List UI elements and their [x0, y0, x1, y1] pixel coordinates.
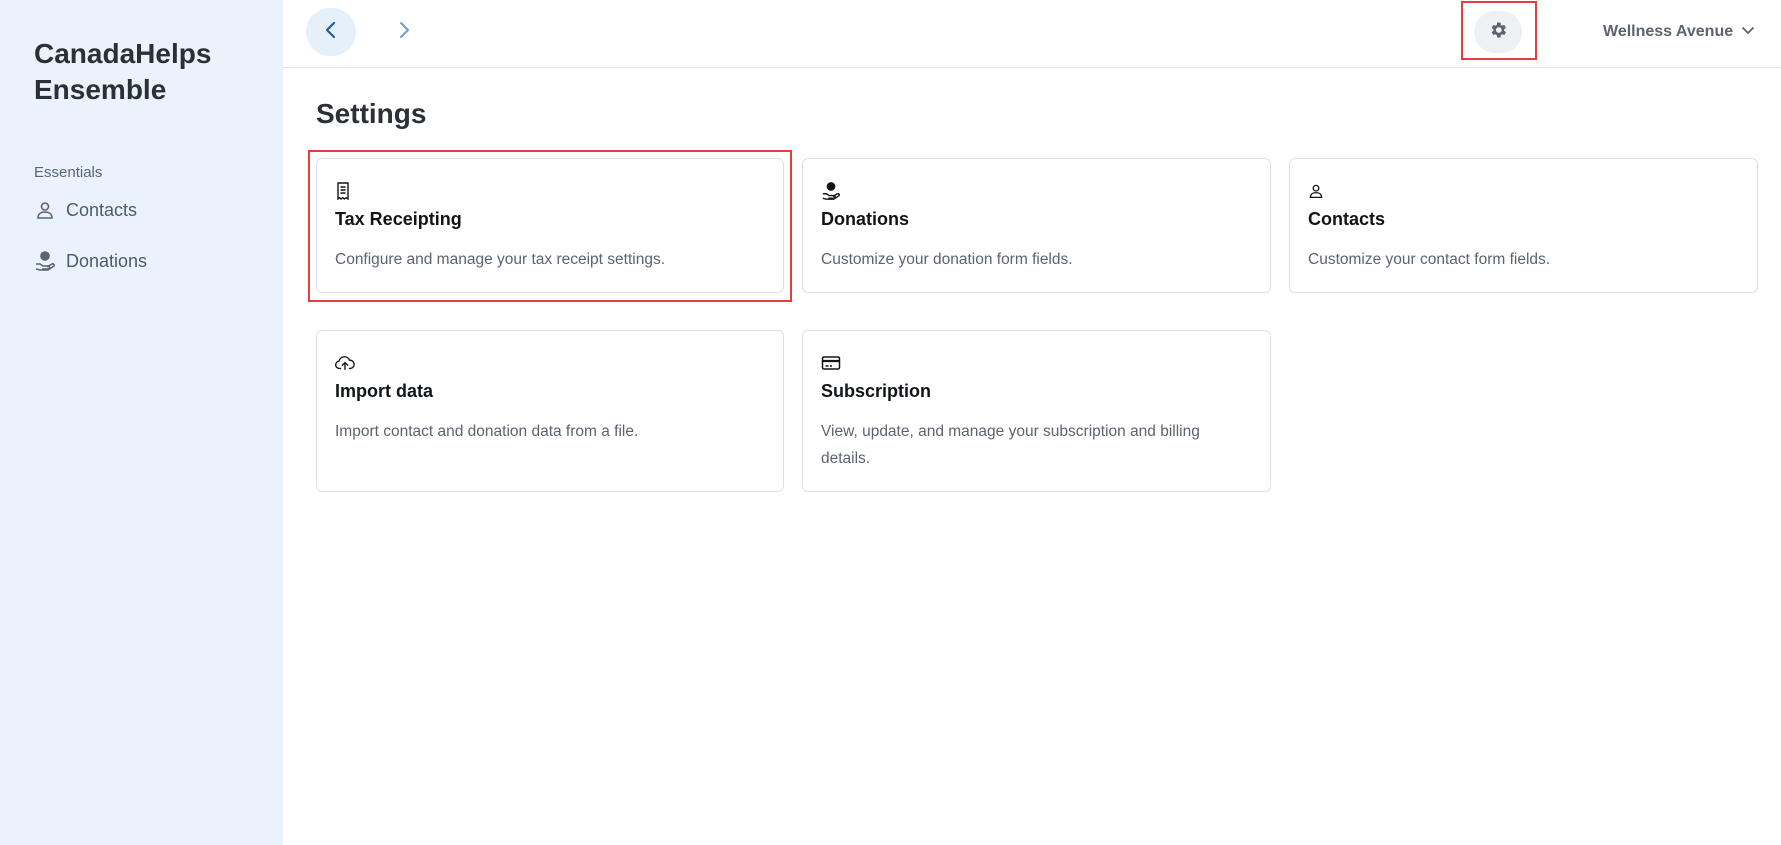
card-description: Customize your contact form fields.	[1308, 251, 1551, 268]
back-button[interactable]	[306, 8, 356, 56]
card-title: Tax Receipting	[335, 209, 462, 229]
card-title: Import data	[335, 381, 434, 401]
cloud-upload-icon	[335, 353, 355, 373]
settings-button[interactable]	[1474, 11, 1522, 53]
card-donations[interactable]: Donations Customize your donation form f…	[802, 158, 1271, 293]
brand-logo[interactable]: CanadaHelps Ensemble	[34, 36, 211, 108]
org-selector[interactable]: Wellness Avenue	[1603, 20, 1755, 44]
card-description: Import contact and donation data from a …	[335, 423, 639, 440]
card-subscription[interactable]: Subscription View, update, and manage yo…	[802, 330, 1271, 492]
credit-card-icon	[821, 353, 841, 373]
forward-button[interactable]	[384, 12, 424, 52]
sidebar-item-label: Contacts	[66, 199, 138, 220]
donation-hand-icon	[821, 181, 841, 201]
sidebar-section-essentials: Essentials	[34, 164, 103, 181]
org-name: Wellness Avenue	[1603, 23, 1734, 40]
receipt-icon	[335, 181, 355, 201]
chevron-down-icon	[1741, 23, 1755, 41]
card-import-data[interactable]: Import data Import contact and donation …	[316, 330, 784, 492]
sidebar-item-contacts[interactable]: Contacts	[34, 194, 137, 226]
card-title: Subscription	[821, 381, 932, 401]
donation-hand-icon	[34, 250, 56, 272]
chevron-right-icon	[397, 21, 411, 44]
top-bar: Wellness Avenue	[283, 0, 1781, 68]
card-description: View, update, and manage your subscripti…	[821, 423, 1200, 467]
sidebar-item-donations[interactable]: Donations	[34, 245, 147, 277]
sidebar: CanadaHelps Ensemble Essentials Contacts…	[0, 0, 283, 845]
main-content: Wellness Avenue Settings Tax Receipting …	[283, 0, 1781, 845]
page-title: Settings	[316, 98, 427, 129]
gear-icon	[1488, 20, 1508, 45]
card-description: Customize your donation form fields.	[821, 251, 1073, 268]
card-title: Contacts	[1308, 209, 1386, 229]
chevron-left-icon	[324, 21, 338, 44]
person-icon	[34, 199, 56, 221]
card-description: Configure and manage your tax receipt se…	[335, 251, 665, 268]
card-title: Donations	[821, 209, 909, 229]
person-icon	[1308, 181, 1328, 201]
card-tax-receipting[interactable]: Tax Receipting Configure and manage your…	[316, 158, 784, 293]
card-contacts[interactable]: Contacts Customize your contact form fie…	[1289, 158, 1758, 293]
sidebar-item-label: Donations	[66, 250, 148, 271]
